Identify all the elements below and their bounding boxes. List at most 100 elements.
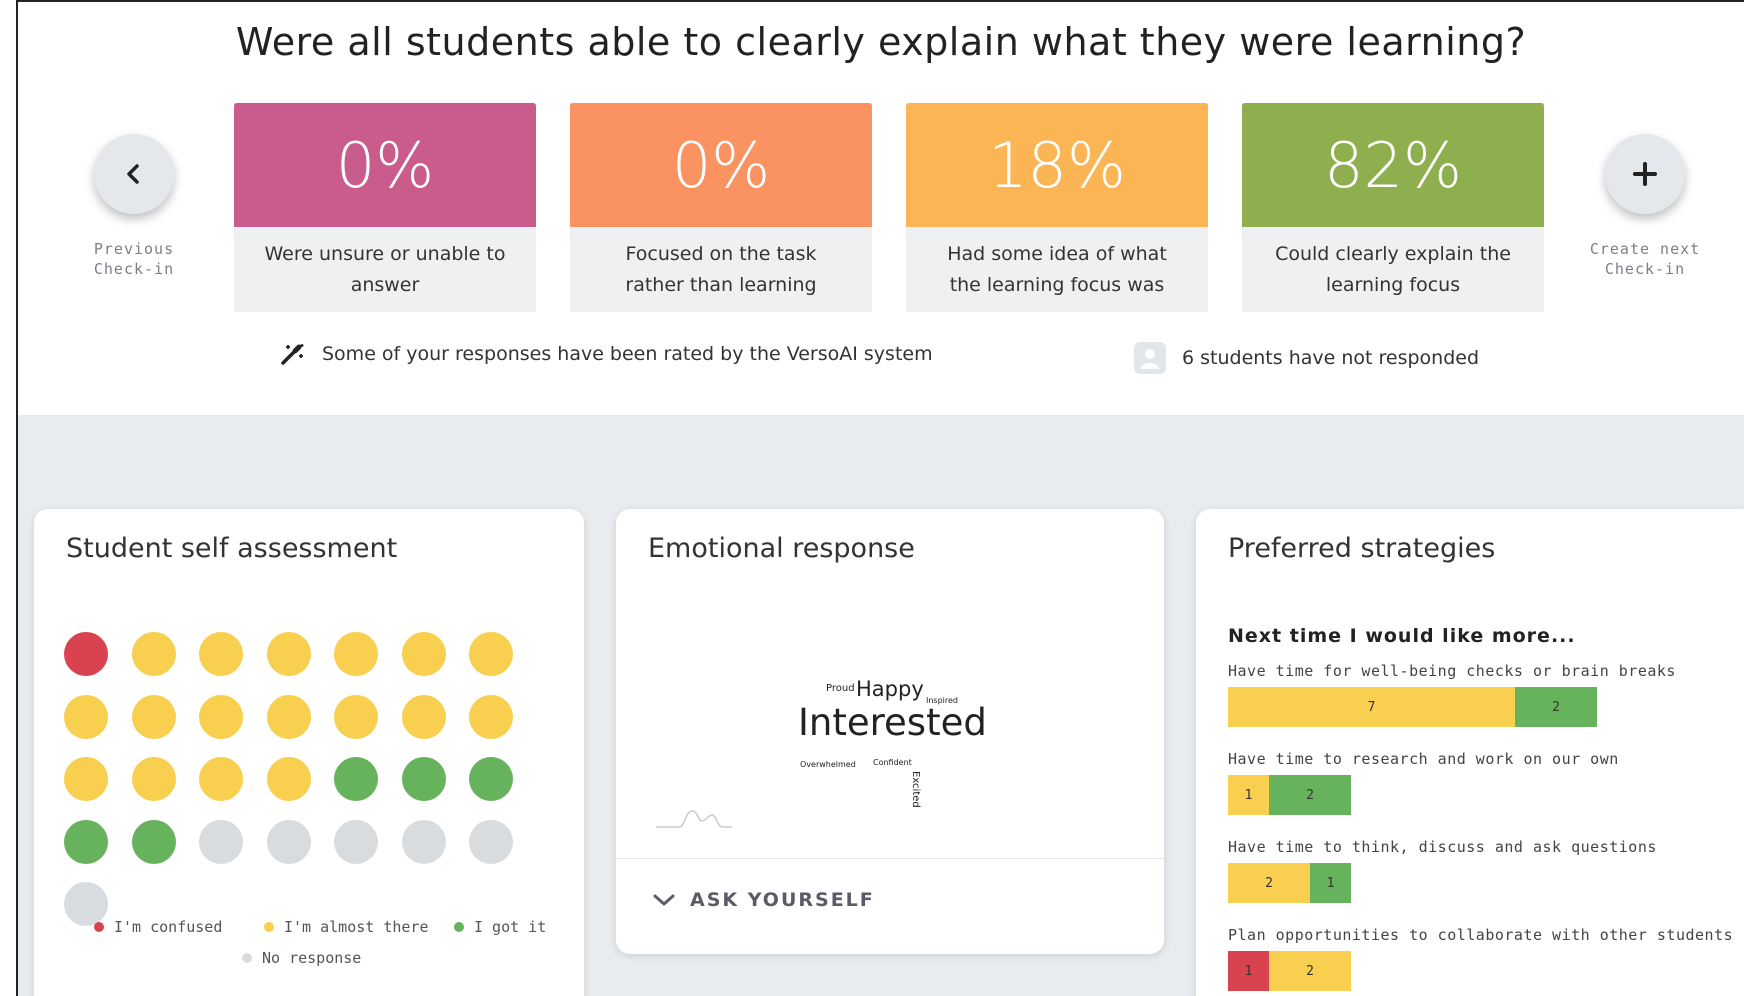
student-dot-almost (334, 694, 378, 739)
legend-got-it: I got it (454, 918, 546, 936)
stat-value: 82% (1242, 103, 1544, 227)
strategy-bar: 72 (1228, 687, 1597, 727)
chevron-down-icon (653, 894, 675, 906)
legend-swatch-almost (264, 922, 274, 932)
stat-label: Focused on the task rather than learning (625, 242, 817, 296)
cloud-word: Proud (826, 683, 855, 694)
magic-wand-icon (280, 342, 306, 366)
strategy-segment: 1 (1228, 775, 1269, 815)
stat-value: 0% (570, 103, 872, 227)
strategy-bar: 12 (1228, 775, 1351, 815)
previous-checkin-label: Previous Check-in (93, 240, 175, 278)
student-dot-almost (131, 757, 176, 801)
checkin-results-page: Were all students able to clearly explai… (16, 0, 1744, 996)
stat-label: Had some idea of what the learning focus… (947, 242, 1167, 296)
student-dot-almost (64, 694, 108, 739)
strategy-segment: 2 (1228, 863, 1310, 903)
student-dot-got-it (469, 757, 513, 801)
student-dot-almost (131, 694, 176, 739)
student-icon (1134, 342, 1166, 374)
panel-title: Preferred strategies (1228, 533, 1496, 564)
strategies-heading: Next time I would like more... (1228, 625, 1576, 647)
strategy-segment: 1 (1310, 863, 1351, 903)
panel-title: Student self assessment (66, 533, 398, 564)
legend-label: I'm almost there (284, 918, 429, 936)
legend-label: I'm confused (114, 918, 223, 936)
student-dot-almost (401, 632, 446, 676)
cloud-word: Happy (856, 677, 924, 701)
stat-card-task-focused: 0% Focused on the task rather than learn… (570, 103, 872, 312)
student-dot-almost (131, 632, 176, 676)
stat-card-some-idea: 18% Had some idea of what the learning f… (906, 103, 1208, 312)
student-dot-got-it (131, 819, 176, 864)
student-dot-no-response (266, 819, 311, 864)
stat-card-unsure: 0% Were unsure or unable to answer (234, 103, 536, 312)
strategy-label: Have time to research and work on our ow… (1228, 750, 1619, 768)
stat-value: 18% (906, 103, 1208, 227)
cloud-word: Confident (873, 758, 912, 767)
cloud-word: Interested (798, 701, 987, 744)
student-dot-almost (199, 694, 243, 739)
strategy-segment: 2 (1269, 951, 1351, 991)
self-assessment-panel: Student self assessment I'm confused I'm… (34, 509, 584, 996)
chevron-left-icon (127, 164, 139, 184)
not-responded-text: 6 students have not responded (1182, 347, 1480, 369)
student-dot-no-response (401, 819, 446, 864)
preferred-strategies-panel: Preferred strategies Next time I would l… (1196, 509, 1744, 996)
strategy-label: Have time for well-being checks or brain… (1228, 662, 1676, 680)
stat-card-clearly-explained: 82% Could clearly explain the learning f… (1242, 103, 1544, 312)
stat-label: Were unsure or unable to answer (264, 242, 506, 296)
student-dot-confused (64, 632, 108, 676)
panel-title: Emotional response (648, 533, 915, 564)
strategy-bar: 21 (1228, 863, 1351, 903)
ai-rating-notice: Some of your responses have been rated b… (280, 342, 933, 366)
student-dot-almost (64, 757, 108, 801)
legend-almost: I'm almost there (264, 918, 429, 936)
plus-icon (1633, 162, 1657, 186)
ask-yourself-label: ASK YOURSELF (690, 889, 875, 911)
create-next-checkin-button[interactable] (1605, 134, 1685, 214)
student-dot-almost (266, 694, 311, 739)
legend-confused: I'm confused (94, 918, 222, 936)
student-dot-no-response (199, 819, 243, 864)
student-dot-almost (266, 757, 311, 801)
student-dot-almost (199, 632, 243, 676)
strategy-segment: 7 (1228, 687, 1515, 727)
question-title: Were all students able to clearly explai… (235, 20, 1527, 64)
student-dot-almost (469, 632, 513, 676)
not-responded-notice: 6 students have not responded (1134, 342, 1479, 374)
student-dot-almost (469, 694, 513, 739)
ai-rating-text: Some of your responses have been rated b… (322, 343, 933, 365)
student-dot-almost (401, 694, 446, 739)
student-dot-no-response (469, 819, 513, 864)
previous-checkin-button[interactable] (94, 134, 174, 214)
strategy-label: Have time to think, discuss and ask ques… (1228, 838, 1657, 856)
legend-label: No response (262, 949, 362, 967)
strategy-bar: 12 (1228, 951, 1351, 991)
legend-swatch-confused (94, 922, 104, 932)
strategy-segment: 2 (1515, 687, 1597, 727)
student-dot-got-it (334, 757, 378, 801)
cloud-word: Overwhelmed (800, 760, 856, 769)
stat-label: Could clearly explain the learning focus (1275, 242, 1511, 296)
emotional-response-panel: Emotional response Proud Happy Inspired … (616, 509, 1164, 954)
student-dot-no-response (334, 819, 378, 864)
legend-swatch-no-response (242, 953, 252, 963)
legend-label: I got it (474, 918, 547, 936)
divider (616, 858, 1164, 859)
student-dot-almost (266, 632, 311, 676)
cloud-word: Excited (910, 771, 921, 808)
create-next-checkin-label: Create next Check-in (1589, 240, 1701, 278)
strategy-label: Plan opportunities to collaborate with o… (1228, 926, 1734, 944)
ask-yourself-toggle[interactable]: ASK YOURSELF (652, 889, 875, 911)
legend-no-response: No response (242, 949, 361, 967)
student-dot-got-it (401, 757, 446, 801)
student-dot-almost (199, 757, 243, 801)
strategy-segment: 1 (1228, 951, 1269, 991)
student-dot-got-it (64, 819, 108, 864)
strategy-segment: 2 (1269, 775, 1351, 815)
legend-swatch-got-it (454, 922, 464, 932)
stat-value: 0% (234, 103, 536, 227)
distribution-sparkline (656, 810, 732, 828)
student-dot-almost (334, 632, 378, 676)
